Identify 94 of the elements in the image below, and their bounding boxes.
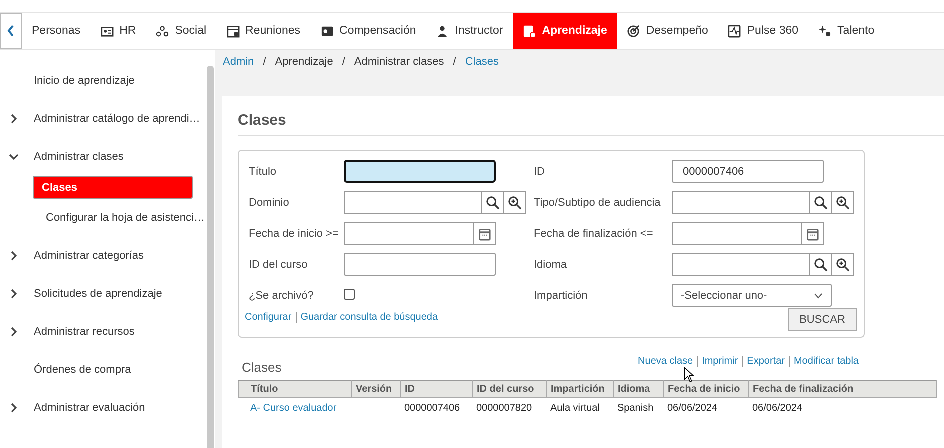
sidebar-subitem[interactable]: Configurar la hoja de asistenci… [33,199,215,237]
field-label: Título [249,166,278,178]
search-icon [814,258,828,272]
table-cell: 0000007820 [476,403,532,414]
zoom-search-button[interactable] [831,192,853,213]
chevron-right-icon [9,327,19,337]
breadcrumb-separator: / [342,56,346,68]
column-header[interactable]: Impartición [546,380,614,398]
results-title: Clases [241,360,282,376]
calendar-icon [806,226,820,240]
caret-icon [814,292,823,298]
chevron-down-icon [9,152,19,162]
column-header[interactable]: ID [400,380,472,398]
sidebar-item[interactable]: Administrar categorías [0,237,205,275]
field-label: ¿Se archivó? [249,290,315,302]
column-header[interactable]: Idioma [614,380,664,398]
search-button[interactable] [809,192,831,213]
page-title: Clases [238,112,944,136]
search-button[interactable]: BUSCAR [788,308,857,331]
target-icon [627,24,640,38]
text-field[interactable]: 0000007406 [672,160,824,183]
table-cell: 06/06/2024 [752,403,803,414]
breadcrumb-separator: / [453,56,456,68]
sidebar-subitem[interactable]: Clases [33,176,193,199]
sidebar-item[interactable]: Administrar recursos [0,313,205,351]
field-label: Impartición [534,290,589,302]
breadcrumb-link[interactable]: Admin [223,56,254,68]
search-icon [814,196,828,210]
column-header[interactable]: ID del curso [472,380,546,398]
date-field[interactable] [672,222,824,245]
link[interactable]: Configurar [245,312,292,323]
breadcrumb-link[interactable]: Clases [465,56,499,68]
zoom-in-icon [836,258,850,272]
lookup-field[interactable] [672,191,854,214]
text-field[interactable] [344,160,496,183]
breadcrumb-separator: / [263,56,266,68]
sidebar-item[interactable]: Administrar catálogo de aprendi… [0,100,205,138]
search-icon [486,196,500,210]
dropdown[interactable]: -Seleccionar uno- [672,284,832,307]
sidebar-item[interactable]: Órdenes de compra [0,351,205,389]
search-button[interactable] [481,192,503,213]
link[interactable]: Exportar [747,356,785,367]
zoom-search-button[interactable] [503,192,525,213]
field-label: Idioma [534,258,568,270]
table-cell: 0000007406 [404,403,460,414]
back-button[interactable] [0,13,22,49]
date-field[interactable] [344,222,496,245]
breadcrumb-item: Aprendizaje [275,56,334,68]
chevron-right-icon [9,403,19,413]
breadcrumb-item: Administrar clases [354,56,444,68]
zoom-in-icon [508,196,522,210]
people-icon [156,24,170,38]
table-cell: Aula virtual [550,403,600,414]
chevron-left-icon [7,25,15,37]
nav-tab[interactable]: Aprendizaje [513,13,618,49]
column-header[interactable]: Fecha de inicio [664,380,748,398]
link[interactable]: Guardar consulta de búsqueda [300,312,438,323]
lookup-field[interactable] [672,253,854,276]
column-header[interactable]: Fecha de finalización [748,380,936,398]
column-header[interactable]: Título [238,380,352,398]
column-header[interactable]: Versión [352,380,400,398]
field-label: Dominio [249,196,290,208]
search-button[interactable] [809,254,831,275]
calendar-icon [226,24,240,38]
field-label: Fecha de inicio >= [249,228,340,240]
table-cell: 06/06/2024 [668,403,718,414]
field-label: Fecha de finalización <= [534,228,654,240]
sidebar-item[interactable]: Administrar clases [0,138,205,176]
person-icon [436,24,450,38]
pulse-chart-icon [728,24,742,38]
lookup-field[interactable] [344,191,526,214]
id-card-icon [100,24,114,38]
chevron-right-icon [9,114,19,124]
link[interactable]: Imprimir [702,356,738,367]
class-link[interactable]: A- Curso evaluador [250,403,337,414]
sparkle-icon [818,24,832,38]
sidebar-item[interactable]: Administrar evaluación [0,389,205,427]
calendar-icon [478,226,492,240]
sidebar-item[interactable]: Solicitudes de aprendizaje [0,275,205,313]
mouse-cursor-icon [684,367,695,383]
field-label: Tipo/Subtipo de audiencia [534,196,662,208]
text-field[interactable] [344,253,496,276]
sidebar-item[interactable]: Inicio de aprendizaje [0,62,205,100]
chevron-right-icon [9,251,19,261]
table-cell: Spanish [618,403,654,414]
link[interactable]: Modificar tabla [794,356,859,367]
link[interactable]: Nueva clase [638,356,694,367]
field-label: ID del curso [249,258,309,270]
checkbox[interactable] [344,288,355,300]
zoom-in-icon [836,196,850,210]
chevron-right-icon [9,289,19,299]
scrollbar[interactable] [207,66,214,448]
field-label: ID [534,166,546,178]
zoom-search-button[interactable] [831,254,853,275]
